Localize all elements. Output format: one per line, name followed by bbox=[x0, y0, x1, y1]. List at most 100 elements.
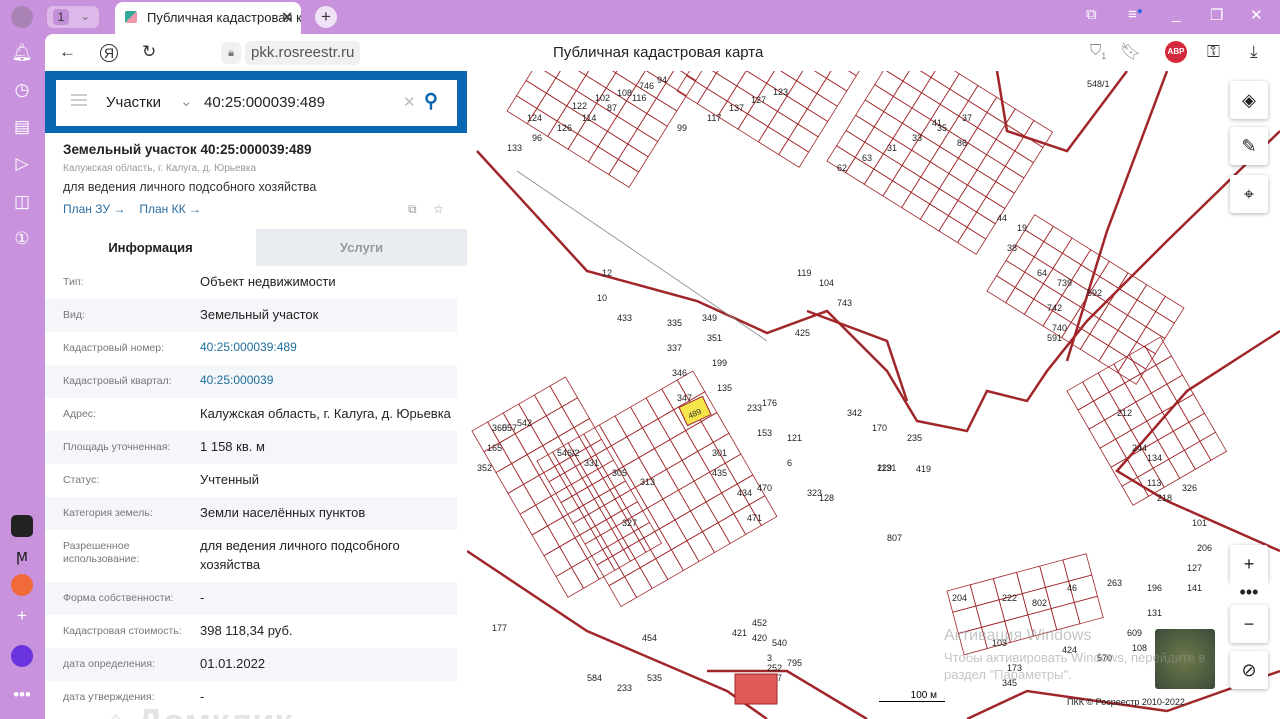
parcel[interactable] bbox=[957, 184, 987, 213]
parcel[interactable] bbox=[669, 430, 699, 461]
parcel[interactable] bbox=[626, 427, 656, 459]
parcel[interactable] bbox=[646, 97, 678, 127]
tab-services[interactable]: Услуги bbox=[256, 229, 467, 266]
parcel[interactable] bbox=[559, 537, 588, 569]
parcel[interactable] bbox=[939, 88, 969, 117]
parcel[interactable] bbox=[901, 191, 931, 220]
parcel[interactable] bbox=[995, 123, 1025, 152]
parcel[interactable] bbox=[949, 73, 979, 102]
clear-icon[interactable]: ✕ bbox=[403, 93, 416, 111]
browser-tab[interactable]: Публичная кадастровая карта✕ bbox=[115, 2, 301, 34]
parcel[interactable] bbox=[986, 138, 1016, 167]
parcel[interactable] bbox=[566, 477, 595, 509]
locate-button[interactable]: ⌖ bbox=[1230, 175, 1268, 213]
parcel[interactable] bbox=[976, 154, 1006, 183]
parcel[interactable] bbox=[1188, 412, 1217, 442]
parcel[interactable] bbox=[526, 445, 556, 476]
parcel[interactable] bbox=[767, 110, 799, 140]
parcel[interactable] bbox=[612, 546, 641, 578]
lock-icon[interactable]: 🔒︎ bbox=[221, 42, 241, 64]
parcel[interactable] bbox=[576, 484, 605, 515]
parcel[interactable] bbox=[1108, 382, 1137, 412]
parcel[interactable] bbox=[757, 126, 789, 156]
parcel[interactable] bbox=[530, 415, 559, 447]
parcel[interactable] bbox=[1168, 449, 1196, 479]
parcel[interactable] bbox=[787, 123, 819, 153]
parcel[interactable] bbox=[778, 138, 810, 168]
parcel[interactable] bbox=[617, 530, 647, 562]
parcel[interactable] bbox=[1155, 295, 1185, 324]
parcel[interactable] bbox=[1155, 355, 1184, 385]
parcel[interactable] bbox=[657, 409, 687, 441]
parcel[interactable] bbox=[514, 424, 544, 456]
parcel[interactable] bbox=[911, 92, 941, 121]
parcel[interactable] bbox=[938, 215, 968, 244]
parcel[interactable] bbox=[902, 71, 932, 94]
parcel[interactable] bbox=[1150, 383, 1179, 413]
market-icon[interactable]: ϻ bbox=[11, 545, 33, 567]
parcel[interactable] bbox=[882, 180, 912, 209]
zoom-out-button[interactable]: − bbox=[1230, 605, 1268, 643]
parcel[interactable] bbox=[1161, 402, 1190, 432]
parcel[interactable] bbox=[805, 71, 837, 79]
parcel[interactable] bbox=[554, 456, 583, 488]
parcel[interactable] bbox=[1014, 135, 1044, 164]
parcel[interactable] bbox=[1062, 553, 1093, 582]
parcel[interactable] bbox=[911, 71, 942, 79]
parcel[interactable] bbox=[602, 539, 631, 571]
parcel[interactable] bbox=[560, 493, 590, 524]
parcel-layer[interactable]: 548/1124122102 10874694133961261148711699… bbox=[467, 71, 1280, 719]
parcel[interactable] bbox=[938, 172, 969, 201]
parcel[interactable] bbox=[920, 76, 951, 105]
parcel[interactable] bbox=[1136, 284, 1166, 313]
parcel[interactable] bbox=[1126, 341, 1156, 370]
parcel[interactable] bbox=[863, 168, 894, 197]
parcel[interactable] bbox=[1089, 318, 1119, 347]
parcel[interactable] bbox=[796, 71, 828, 95]
parcel[interactable] bbox=[929, 188, 959, 217]
parcel[interactable] bbox=[629, 397, 659, 429]
parcel[interactable] bbox=[515, 79, 547, 110]
parcel[interactable] bbox=[873, 153, 903, 182]
parcel[interactable] bbox=[1172, 421, 1201, 451]
parcel[interactable] bbox=[572, 513, 602, 545]
parcel[interactable] bbox=[627, 128, 659, 158]
more-icon[interactable]: ••• bbox=[11, 684, 33, 706]
parcel[interactable] bbox=[606, 115, 638, 145]
maximize-button[interactable]: ❐ bbox=[1210, 6, 1223, 24]
parcel[interactable] bbox=[689, 501, 719, 533]
parcel[interactable] bbox=[519, 504, 549, 536]
parcel[interactable] bbox=[1098, 302, 1129, 331]
parcel[interactable] bbox=[507, 483, 537, 515]
parcel[interactable] bbox=[594, 71, 626, 74]
close-window-button[interactable]: ✕ bbox=[1250, 6, 1263, 24]
parcel[interactable] bbox=[1079, 333, 1110, 362]
parcel[interactable] bbox=[533, 385, 563, 417]
parcel[interactable] bbox=[1082, 372, 1110, 402]
parcel[interactable] bbox=[636, 112, 668, 143]
parcel[interactable] bbox=[806, 92, 838, 123]
yandex-icon[interactable]: Я bbox=[100, 44, 118, 62]
parcel[interactable] bbox=[571, 557, 600, 589]
parcel[interactable] bbox=[883, 95, 913, 124]
parcel[interactable] bbox=[531, 525, 561, 557]
parcel[interactable] bbox=[584, 534, 614, 566]
parcel[interactable] bbox=[986, 275, 1016, 304]
parcel[interactable] bbox=[1108, 287, 1138, 316]
parcel[interactable] bbox=[662, 489, 692, 521]
parcel[interactable] bbox=[650, 468, 680, 500]
parcel[interactable] bbox=[948, 157, 978, 186]
parcel[interactable] bbox=[643, 528, 672, 560]
parcel[interactable] bbox=[1127, 299, 1157, 328]
parcel[interactable] bbox=[947, 199, 978, 228]
new-tab-button[interactable]: + bbox=[315, 6, 337, 28]
profile-avatar[interactable] bbox=[11, 6, 33, 28]
parcel[interactable] bbox=[550, 486, 580, 518]
parcel[interactable] bbox=[511, 454, 540, 485]
parcel[interactable] bbox=[874, 71, 904, 97]
parcel[interactable] bbox=[674, 71, 706, 82]
parcel[interactable] bbox=[617, 143, 649, 173]
protect-shield-icon[interactable]: ⛉1 bbox=[1090, 42, 1106, 61]
parcel[interactable] bbox=[586, 548, 616, 580]
parcel[interactable] bbox=[495, 463, 525, 494]
